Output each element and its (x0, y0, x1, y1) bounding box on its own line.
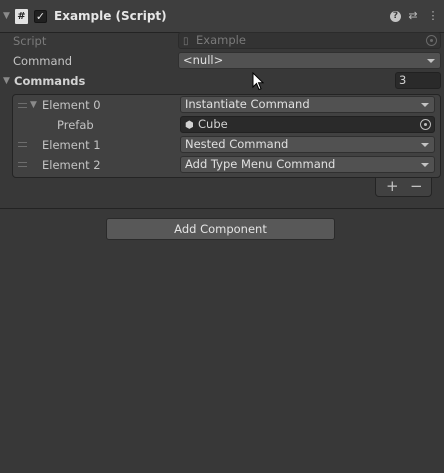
element-1-dropdown[interactable]: Nested Command (180, 136, 435, 153)
foldout-arrow-icon[interactable]: ▼ (3, 11, 10, 21)
list-footer: + − (375, 178, 432, 197)
prefab-field[interactable]: ⬢ Cube (180, 116, 435, 133)
element-0-dropdown[interactable]: Instantiate Command (180, 96, 435, 113)
component-title: Example (Script) (54, 9, 167, 23)
command-dropdown[interactable]: <null> (178, 52, 441, 69)
remove-element-button[interactable]: − (410, 178, 423, 194)
script-file-icon: ▯ (183, 36, 189, 47)
kebab-menu-icon[interactable]: ⋮ (427, 9, 439, 22)
script-icon: # (15, 9, 28, 24)
script-value: Example (196, 33, 246, 47)
chevron-down-icon (421, 103, 429, 107)
commands-foldout-icon[interactable]: ▼ (3, 76, 10, 86)
script-label: Script (13, 34, 47, 48)
object-picker-icon[interactable] (420, 119, 431, 130)
prefab-label: Prefab (57, 118, 94, 132)
chevron-down-icon (427, 59, 435, 63)
command-label: Command (13, 54, 73, 68)
element-0-label: Element 0 (42, 98, 101, 112)
help-icon[interactable]: ? (390, 11, 401, 22)
add-element-button[interactable]: + (386, 178, 399, 194)
element-2-value: Add Type Menu Command (185, 157, 336, 171)
command-value: <null> (183, 53, 224, 67)
component-separator (0, 208, 444, 209)
element-1-value: Nested Command (185, 137, 289, 151)
cube-icon: ⬢ (185, 120, 194, 131)
drag-handle-icon[interactable] (18, 103, 27, 108)
commands-size-field[interactable]: 3 (395, 72, 441, 89)
script-field: ▯ Example (178, 32, 441, 49)
object-picker-icon (426, 35, 437, 46)
chevron-down-icon (421, 163, 429, 167)
drag-handle-icon[interactable] (18, 142, 27, 147)
mouse-cursor-icon (252, 72, 265, 91)
enabled-checkbox[interactable]: ✓ (34, 10, 47, 23)
element-2-dropdown[interactable]: Add Type Menu Command (180, 156, 435, 173)
element-0-value: Instantiate Command (185, 97, 310, 111)
add-component-button[interactable]: Add Component (106, 218, 335, 240)
element-1-label: Element 1 (42, 138, 101, 152)
presets-icon[interactable]: ⇄ (407, 9, 419, 22)
element-2-label: Element 2 (42, 158, 101, 172)
chevron-down-icon (421, 143, 429, 147)
prefab-value: Cube (198, 117, 228, 131)
element-0-foldout-icon[interactable]: ▼ (30, 100, 37, 110)
drag-handle-icon[interactable] (18, 162, 27, 167)
commands-label: Commands (14, 74, 86, 88)
